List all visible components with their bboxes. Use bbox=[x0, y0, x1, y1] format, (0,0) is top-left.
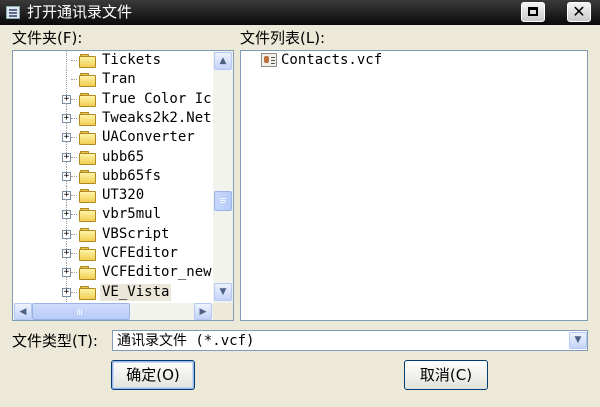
tree-line bbox=[71, 195, 77, 197]
expand-icon[interactable]: + bbox=[62, 94, 71, 104]
tree-line bbox=[66, 51, 68, 70]
expand-icon[interactable]: + bbox=[62, 249, 71, 258]
tree-folder-label: True Color Ic bbox=[102, 90, 212, 107]
tree-line bbox=[66, 70, 68, 90]
tree-folder-item[interactable]: + True Color Ic bbox=[13, 89, 213, 109]
tree-folder-label: VE_Vista bbox=[100, 283, 172, 301]
tree-line bbox=[71, 291, 77, 294]
tree-folder-label: VCFEditor_new bbox=[102, 264, 212, 281]
tree-folder-label: Tickets bbox=[102, 52, 162, 68]
ok-button[interactable]: 确定(O) bbox=[111, 360, 195, 390]
file-list-panel[interactable]: Contacts.vcf bbox=[240, 50, 588, 321]
open-contacts-dialog: 打开通讯录文件 ✕ 文件夹(F): 文件列表(L): Tickets Tran + T… bbox=[0, 0, 600, 407]
tree-line bbox=[71, 272, 77, 274]
maximize-button[interactable] bbox=[521, 2, 545, 22]
tree-folder-item[interactable]: Tran bbox=[13, 70, 213, 90]
folder-icon bbox=[79, 54, 96, 68]
window-title: 打开通讯录文件 bbox=[27, 3, 133, 21]
tree-folder-item[interactable]: + Tweaks2k2.Net bbox=[13, 108, 213, 128]
folder-icon bbox=[79, 227, 96, 242]
tree-folder-item[interactable]: + vbr5mul bbox=[13, 205, 213, 225]
scroll-left-button[interactable]: ◀ bbox=[14, 303, 32, 320]
scroll-thumb[interactable] bbox=[214, 191, 232, 211]
tree-line bbox=[71, 79, 77, 81]
expand-icon[interactable]: + bbox=[62, 268, 71, 278]
expand-icon[interactable]: + bbox=[62, 113, 71, 123]
folder-icon bbox=[79, 111, 96, 126]
tree-folder-item[interactable]: + VCFEditor_new bbox=[13, 263, 213, 283]
file-name: Contacts.vcf bbox=[281, 52, 383, 68]
scroll-down-button[interactable]: ▼ bbox=[214, 283, 232, 301]
tree-line bbox=[71, 117, 77, 120]
folder-icon bbox=[79, 266, 96, 281]
tree-folder-label: VBScript bbox=[102, 225, 170, 242]
expand-icon[interactable]: + bbox=[62, 152, 71, 162]
cancel-button[interactable]: 取消(C) bbox=[404, 360, 488, 390]
folder-icon bbox=[79, 131, 96, 146]
folder-icon bbox=[79, 285, 96, 300]
expand-icon[interactable]: + bbox=[62, 133, 71, 143]
folder-icon bbox=[79, 189, 96, 204]
tree-folder-label: vbr5mul bbox=[102, 206, 162, 223]
tree-line bbox=[71, 137, 77, 139]
expand-icon[interactable]: + bbox=[62, 191, 71, 201]
folder-vertical-scrollbar[interactable]: ▲ ▼ bbox=[213, 51, 233, 303]
tree-folder-label: Tran bbox=[102, 71, 136, 88]
tree-folder-item[interactable]: + UT320 bbox=[13, 186, 213, 206]
tree-folder-label: VCFEditor bbox=[102, 245, 178, 261]
expand-icon[interactable]: + bbox=[62, 210, 71, 220]
expand-icon[interactable]: + bbox=[62, 287, 71, 297]
folder-horizontal-scrollbar[interactable]: ◀ ▶ bbox=[13, 303, 213, 320]
tree-line bbox=[71, 233, 77, 236]
folder-tree-panel[interactable]: Tickets Tran + True Color Ic + Tweaks2k2.Net +… bbox=[12, 50, 234, 321]
vcf-file-icon bbox=[261, 53, 277, 67]
scrollbar-corner bbox=[213, 303, 233, 320]
close-icon: ✕ bbox=[572, 2, 586, 21]
tree-line bbox=[71, 214, 77, 216]
expand-icon[interactable]: + bbox=[62, 229, 71, 239]
scroll-up-button[interactable]: ▲ bbox=[214, 52, 232, 70]
tree-folder-item[interactable]: + VCFEditor bbox=[13, 244, 213, 263]
files-label: 文件列表(L): bbox=[240, 29, 326, 47]
folder-icon bbox=[79, 150, 96, 165]
filetype-label: 文件类型(T): bbox=[12, 332, 98, 350]
folder-icon bbox=[79, 92, 96, 107]
tree-folder-item[interactable]: + ubb65 bbox=[13, 147, 213, 167]
tree-line bbox=[71, 175, 77, 178]
title-bar[interactable]: 打开通讯录文件 ✕ bbox=[0, 0, 600, 25]
tree-folder-item[interactable]: + VBScript bbox=[13, 224, 213, 244]
filetype-value: 通讯录文件 (*.vcf) bbox=[117, 333, 255, 349]
tree-line bbox=[71, 98, 77, 101]
folder-icon bbox=[79, 73, 96, 88]
tree-line bbox=[71, 253, 77, 255]
app-icon bbox=[6, 6, 20, 19]
tree-folder-item[interactable]: + UAConverter bbox=[13, 128, 213, 148]
scroll-right-button[interactable]: ▶ bbox=[194, 303, 212, 320]
tree-folder-item[interactable]: Tickets bbox=[13, 51, 213, 70]
folder-icon bbox=[79, 247, 96, 261]
folder-icon bbox=[79, 208, 96, 223]
close-button[interactable]: ✕ bbox=[567, 2, 591, 22]
folder-icon bbox=[79, 169, 96, 184]
tree-folder-label: UAConverter bbox=[102, 129, 195, 146]
tree-line bbox=[71, 156, 77, 159]
expand-icon[interactable]: + bbox=[62, 171, 71, 181]
filetype-select[interactable]: 通讯录文件 (*.vcf) ▼ bbox=[112, 330, 588, 351]
tree-folder-item[interactable]: + ubb65fs bbox=[13, 166, 213, 186]
chevron-down-icon[interactable]: ▼ bbox=[569, 332, 587, 349]
tree-folder-label: ubb65 bbox=[102, 148, 145, 165]
tree-folder-label: ubb65fs bbox=[102, 167, 162, 184]
tree-folder-label: UT320 bbox=[102, 187, 145, 204]
folder-tree[interactable]: Tickets Tran + True Color Ic + Tweaks2k2.Net +… bbox=[13, 51, 213, 303]
tree-folder-label: Tweaks2k2.Net bbox=[102, 109, 212, 126]
horizontal-scroll-thumb[interactable] bbox=[32, 303, 130, 320]
folders-label: 文件夹(F): bbox=[12, 29, 83, 47]
tree-line bbox=[71, 60, 77, 62]
maximize-icon bbox=[528, 7, 538, 16]
tree-folder-item[interactable]: + VE_Vista bbox=[13, 282, 213, 302]
